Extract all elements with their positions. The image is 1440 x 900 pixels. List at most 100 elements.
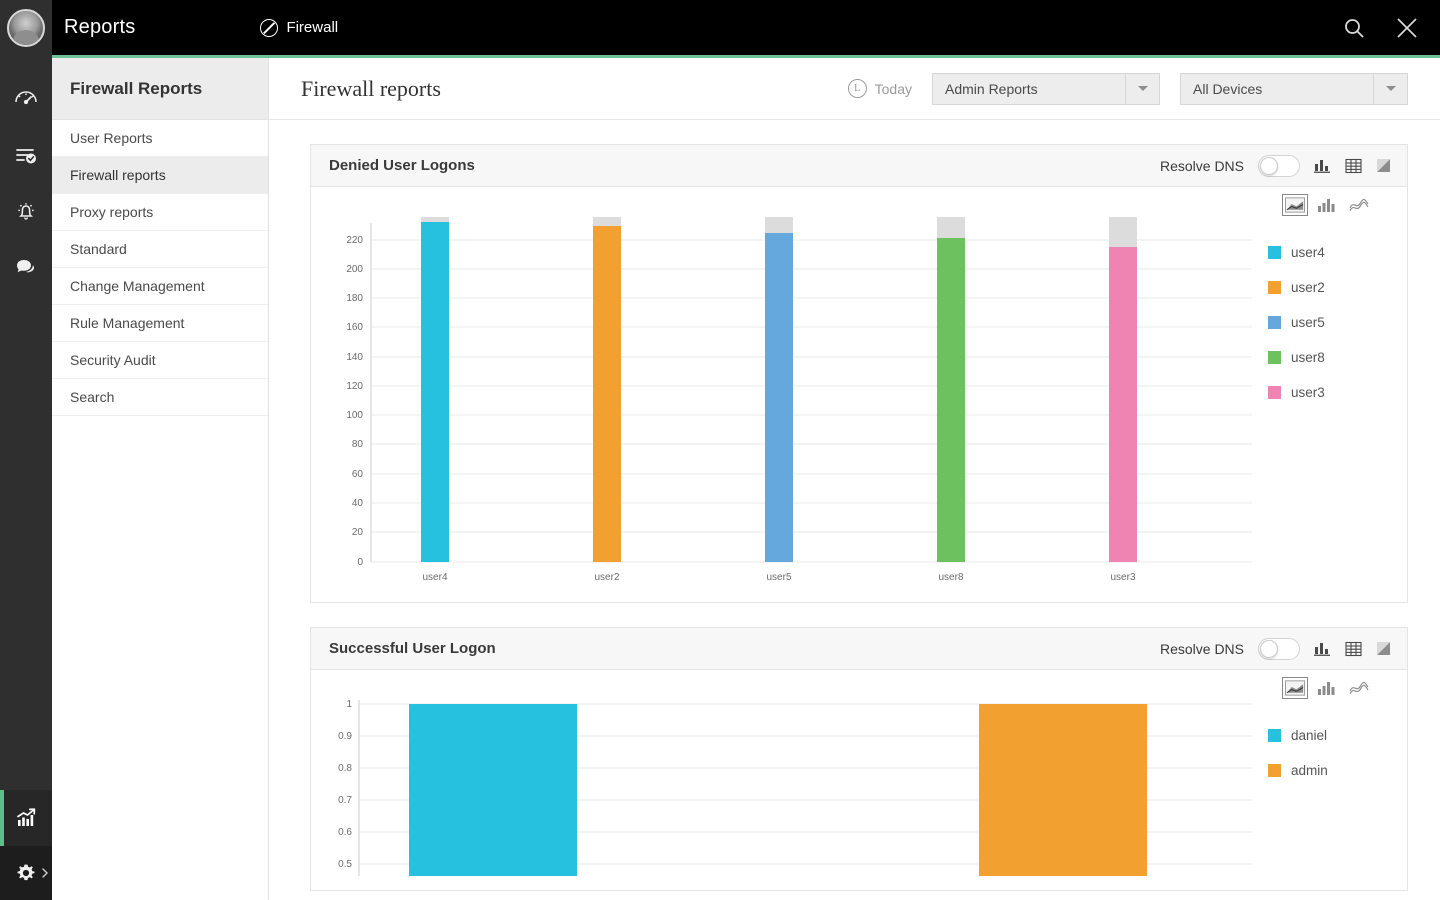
rail-item-settings[interactable] bbox=[0, 846, 52, 900]
sidebar-item-proxy-reports[interactable]: Proxy reports bbox=[52, 194, 268, 231]
icon-rail bbox=[0, 55, 52, 900]
table-icon[interactable] bbox=[1345, 641, 1362, 657]
bar-remainder-user2 bbox=[593, 217, 621, 226]
rail-item-reports[interactable] bbox=[0, 790, 52, 846]
sidebar-item-standard[interactable]: Standard bbox=[52, 231, 268, 268]
legend-item[interactable]: user8 bbox=[1268, 340, 1407, 375]
chevron-down-icon[interactable] bbox=[1373, 73, 1407, 104]
resolve-dns-toggle[interactable] bbox=[1258, 637, 1300, 660]
svg-text:user3: user3 bbox=[1110, 572, 1135, 583]
legend-item[interactable]: daniel bbox=[1268, 718, 1407, 753]
legend-2: daniel admin bbox=[1256, 696, 1407, 876]
sidebar-item-user-reports[interactable]: User Reports bbox=[52, 120, 268, 157]
legend-swatch-icon bbox=[1268, 351, 1281, 364]
content-area: Firewall reports L Today Admin Reports A… bbox=[269, 58, 1440, 900]
card-header: Denied User Logons Resolve DNS bbox=[311, 145, 1407, 187]
svg-text:user4: user4 bbox=[422, 572, 447, 583]
report-select[interactable]: Admin Reports bbox=[932, 72, 1160, 105]
gear-icon bbox=[17, 864, 35, 881]
svg-text:0.6: 0.6 bbox=[338, 827, 352, 838]
rail-spacer bbox=[0, 55, 52, 71]
device-select-value: All Devices bbox=[1193, 80, 1263, 97]
legend-label: user2 bbox=[1291, 280, 1325, 295]
bar-value-daniel bbox=[409, 704, 577, 876]
rail-item-chat[interactable] bbox=[0, 239, 52, 295]
chat-bubble-icon bbox=[17, 260, 34, 273]
resolve-dns-label: Resolve DNS bbox=[1159, 640, 1244, 657]
module-breadcrumb[interactable]: Firewall bbox=[260, 18, 339, 37]
sidebar-item-security-audit[interactable]: Security Audit bbox=[52, 342, 268, 379]
successful-user-logon-plot: 1 0.9 0.8 0.7 0.6 0.5 bbox=[311, 696, 1256, 876]
sidebar-item-label: Firewall reports bbox=[70, 167, 166, 183]
legend-label: user4 bbox=[1291, 245, 1325, 260]
svg-text:60: 60 bbox=[352, 469, 364, 480]
clock-icon: L bbox=[847, 79, 867, 98]
sidebar-item-search[interactable]: Search bbox=[52, 379, 268, 416]
bar-chart-icon[interactable] bbox=[1314, 158, 1331, 174]
avatar[interactable] bbox=[7, 8, 45, 47]
sidebar-header: Firewall Reports bbox=[52, 58, 268, 120]
legend-swatch-icon bbox=[1268, 316, 1281, 329]
bar-chart-icon[interactable] bbox=[1317, 680, 1337, 696]
bar-value-admin bbox=[979, 704, 1147, 876]
rail-item-compliance[interactable] bbox=[0, 127, 52, 183]
close-icon[interactable] bbox=[1394, 15, 1420, 41]
sidebar-item-rule-management[interactable]: Rule Management bbox=[52, 305, 268, 342]
area-chart-icon[interactable] bbox=[1282, 677, 1308, 699]
legend-1: user4 user2 user5 user8 user3 bbox=[1256, 213, 1407, 588]
rail-item-dashboard[interactable] bbox=[0, 71, 52, 127]
legend-item[interactable]: user2 bbox=[1268, 270, 1407, 305]
rail-bottom bbox=[0, 790, 52, 900]
line-chart-icon[interactable] bbox=[1349, 197, 1369, 213]
sidebar-item-firewall-reports[interactable]: Firewall reports bbox=[52, 157, 268, 194]
svg-text:user2: user2 bbox=[594, 572, 619, 583]
area-chart-icon[interactable] bbox=[1282, 194, 1308, 216]
svg-text:0.5: 0.5 bbox=[338, 859, 352, 870]
denied-user-logons-svg: 220 200 180 160 140 120 100 80 60 40 20 … bbox=[346, 217, 1252, 583]
svg-text:100: 100 bbox=[346, 410, 363, 421]
resolve-dns-toggle[interactable] bbox=[1258, 154, 1300, 177]
denied-user-logons-plot: 220 200 180 160 140 120 100 80 60 40 20 … bbox=[311, 213, 1256, 588]
chart-body-1: 220 200 180 160 140 120 100 80 60 40 20 … bbox=[311, 213, 1407, 602]
rail-item-alerts[interactable] bbox=[0, 183, 52, 239]
legend-swatch-icon bbox=[1268, 246, 1281, 259]
sidebar-item-label: Security Audit bbox=[70, 352, 156, 368]
chevron-down-icon[interactable] bbox=[1125, 73, 1159, 104]
card-header-actions: Resolve DNS bbox=[1159, 154, 1391, 177]
legend-item[interactable]: user5 bbox=[1268, 305, 1407, 340]
dashboard-gauge-icon bbox=[15, 91, 37, 105]
svg-text:120: 120 bbox=[346, 381, 363, 392]
device-select[interactable]: All Devices bbox=[1180, 72, 1408, 105]
svg-text:0.7: 0.7 bbox=[338, 795, 352, 806]
report-card-successful-user-logon: Successful User Logon Resolve DNS 1 0.9 … bbox=[310, 627, 1408, 891]
table-icon[interactable] bbox=[1345, 158, 1362, 174]
export-icon[interactable] bbox=[1376, 158, 1391, 173]
avatar-cell[interactable] bbox=[0, 0, 52, 55]
content-header: Firewall reports L Today Admin Reports A… bbox=[269, 58, 1440, 120]
legend-item[interactable]: user4 bbox=[1268, 235, 1407, 270]
bar-chart-icon[interactable] bbox=[1317, 197, 1337, 213]
bar-remainder-user8 bbox=[937, 217, 965, 238]
sidebar-item-label: Standard bbox=[70, 241, 127, 257]
svg-text:user5: user5 bbox=[766, 572, 791, 583]
successful-user-logon-svg: 1 0.9 0.8 0.7 0.6 0.5 bbox=[338, 699, 1252, 876]
sidebar-item-label: Proxy reports bbox=[70, 204, 154, 220]
legend-item[interactable]: admin bbox=[1268, 753, 1407, 788]
svg-text:20: 20 bbox=[352, 527, 364, 538]
export-icon[interactable] bbox=[1376, 641, 1391, 656]
sidebar-item-change-management[interactable]: Change Management bbox=[52, 268, 268, 305]
search-icon[interactable] bbox=[1342, 16, 1366, 40]
sidebar-item-label: User Reports bbox=[70, 130, 153, 146]
bar-chart-icon[interactable] bbox=[1314, 641, 1331, 657]
legend-item[interactable]: user3 bbox=[1268, 375, 1407, 410]
svg-text:220: 220 bbox=[346, 235, 363, 246]
date-range-picker[interactable]: L Today bbox=[847, 79, 912, 98]
header-controls: L Today Admin Reports All Devices bbox=[847, 72, 1408, 105]
resolve-dns-label: Resolve DNS bbox=[1159, 157, 1244, 174]
module-label: Firewall bbox=[286, 19, 339, 36]
card-header-actions: Resolve DNS bbox=[1159, 637, 1391, 660]
bar-remainder-user5 bbox=[765, 217, 793, 233]
card-title: Denied User Logons bbox=[329, 157, 475, 174]
line-chart-icon[interactable] bbox=[1349, 680, 1369, 696]
legend-swatch-icon bbox=[1268, 386, 1281, 399]
